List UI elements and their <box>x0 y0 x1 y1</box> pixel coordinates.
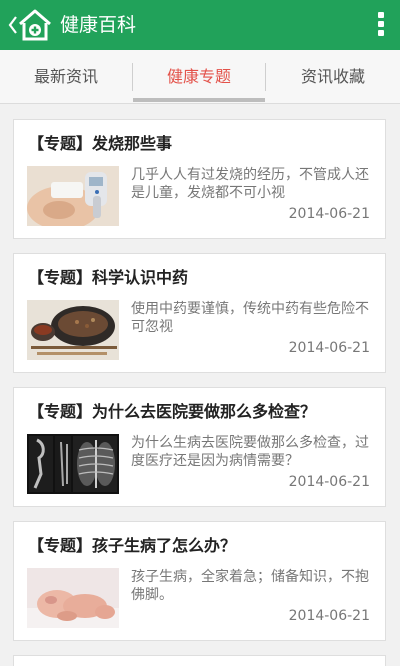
thermometer-photo <box>27 166 119 226</box>
active-tab-indicator <box>133 98 265 102</box>
article-date: 2014-06-21 <box>288 474 370 490</box>
baby-photo <box>27 568 119 628</box>
xray-photo <box>27 434 119 494</box>
article-date: 2014-06-21 <box>288 206 370 222</box>
article-summary: 使用中药要谨慎，传统中药有些危险不可忽视 <box>131 301 369 335</box>
article-card[interactable]: 【专题】为什么去医院要做那么多检查？ 为什么生病去医院要做那么多检查，过度医疗还… <box>13 387 386 507</box>
article-title: 【专题】发烧那些事 <box>28 134 173 153</box>
article-summary: 为什么生病去医院要做那么多检查，过度医疗还是因为病情需要？ <box>131 435 369 469</box>
article-card[interactable]: 【专题】发烧那些事 几乎人人有过发烧的经历，不管成人还是儿童，发烧都不可小视 2… <box>13 119 386 239</box>
tab-favorites[interactable]: 资讯收藏 <box>266 50 400 104</box>
article-summary: 孩子生病，全家着急；储备知识，不抱佛脚。 <box>131 569 369 603</box>
home-health-icon <box>19 9 51 41</box>
article-date: 2014-06-21 <box>288 608 370 624</box>
article-card[interactable]: 【专题】科学认识中药 使用中药要谨慎，传统中药有些危险不可忽视 2014-06-… <box>13 253 386 373</box>
overflow-menu-icon[interactable] <box>376 12 386 38</box>
tab-bar: 最新资讯 健康专题 资讯收藏 <box>0 50 400 104</box>
app-title: 健康百科 <box>60 14 137 36</box>
tab-latest-news[interactable]: 最新资讯 <box>0 50 132 104</box>
article-card[interactable]: 【专题】孩子生病了怎么办？ 孩子生病，全家着急；储备知识，不抱佛脚。 2014-… <box>13 521 386 641</box>
article-title: 【专题】为什么去医院要做那么多检查？ <box>28 402 317 421</box>
article-date: 2014-06-21 <box>288 340 370 356</box>
herbal-medicine-photo <box>27 300 119 360</box>
article-title: 【专题】孩子生病了怎么办？ <box>28 536 237 555</box>
app-header: 健康百科 <box>0 0 400 50</box>
article-title: 【专题】科学认识中药 <box>28 268 189 287</box>
article-summary: 几乎人人有过发烧的经历，不管成人还是儿童，发烧都不可小视 <box>131 167 369 201</box>
tab-health-topics[interactable]: 健康专题 <box>133 50 265 104</box>
article-card[interactable] <box>13 655 386 666</box>
